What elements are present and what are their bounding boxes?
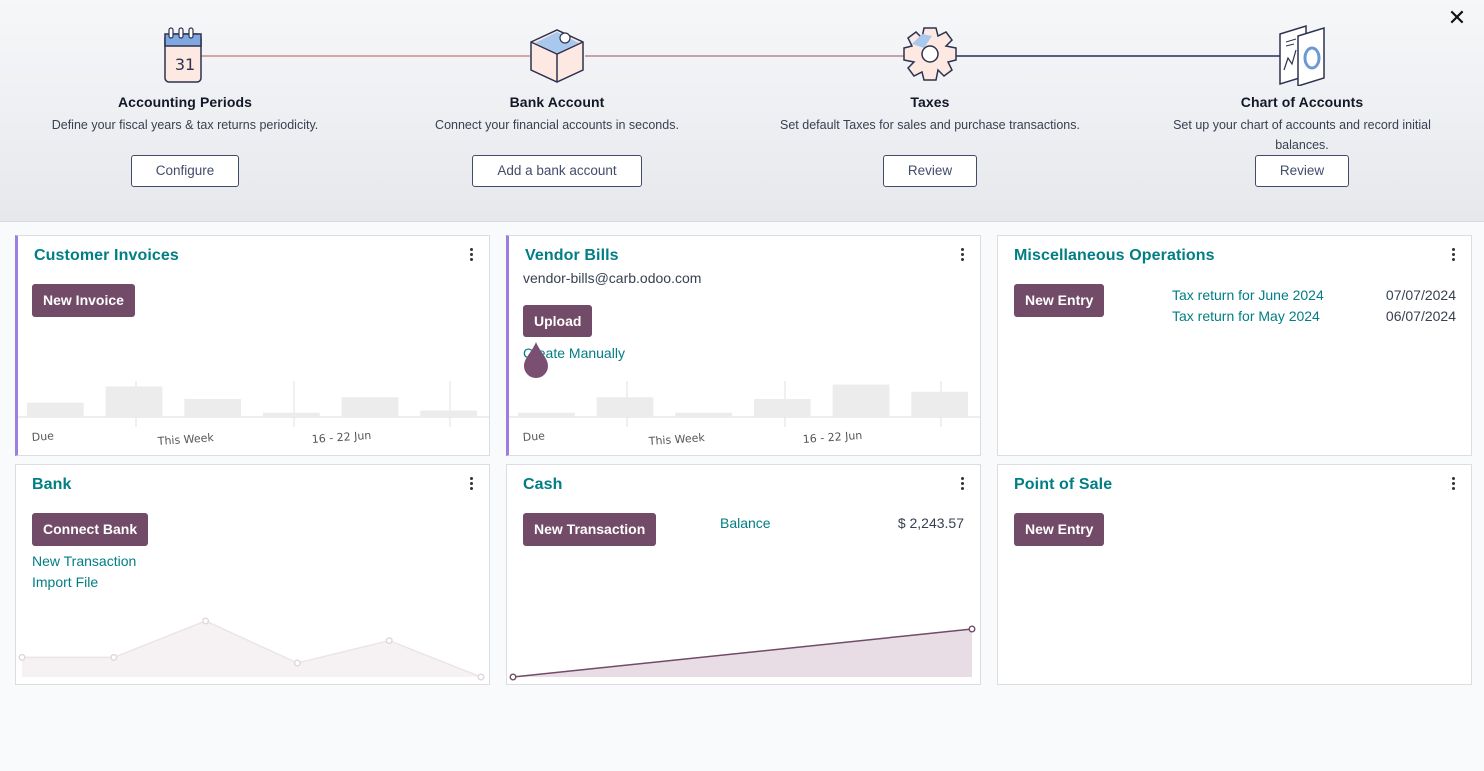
card-title[interactable]: Miscellaneous Operations (1014, 247, 1215, 265)
onboarding-banner: ✕ 31 Accounting Periods Define your fisc… (0, 0, 1484, 222)
tick-label: 16 - 22 Jun (311, 429, 371, 446)
chart-bar (420, 410, 477, 417)
tick-label: 16 - 22 Jun (802, 429, 862, 446)
balance-value: $ 2,243.57 (897, 515, 964, 531)
card-title[interactable]: Vendor Bills (525, 247, 619, 265)
data-point (477, 673, 485, 681)
review-taxes-button[interactable]: Review (882, 155, 978, 187)
chart-bar (341, 397, 399, 417)
card-title[interactable]: Point of Sale (1014, 476, 1112, 494)
new-invoice-button[interactable]: New Invoice (32, 284, 135, 317)
data-point (968, 625, 976, 633)
step-title: Bank Account (509, 94, 605, 110)
step-title: Chart of Accounts (1240, 94, 1364, 110)
connect-bank-button[interactable]: Connect Bank (32, 513, 149, 546)
kebab-menu-icon[interactable] (1449, 248, 1457, 262)
bills-bar-chart: Due This Week 16 - 22 Jun (509, 381, 981, 448)
tick-label: Due (31, 429, 54, 444)
entry-link[interactable]: Tax return for June 2024 (1172, 287, 1324, 303)
data-point (202, 617, 210, 625)
step-accounting-periods: 31 Accounting Periods Define your fiscal… (35, 20, 335, 187)
vendor-bills-email: vendor-bills@carb.odoo.com (523, 270, 702, 286)
chart-bar (263, 412, 320, 417)
step-description: Set default Taxes for sales and purchase… (780, 118, 1080, 132)
gear-icon (903, 27, 957, 81)
data-point (18, 653, 26, 661)
puzzle-piece-icon (530, 29, 584, 83)
card-vendor-bills: Vendor Bills vendor-bills@carb.odoo.com … (506, 235, 981, 456)
card-customer-invoices: Customer Invoices New Invoice Due This We… (15, 235, 490, 456)
calendar-day: 31 (175, 55, 195, 74)
bank-line-chart (18, 617, 485, 681)
kebab-menu-icon[interactable] (1449, 477, 1457, 491)
card-title[interactable]: Cash (523, 476, 563, 494)
step-description: Define your fiscal years & tax returns p… (51, 118, 319, 132)
data-point (509, 673, 517, 681)
step-title: Taxes (910, 94, 950, 110)
invoices-bar-chart: Due This Week 16 - 22 Jun (18, 381, 490, 448)
kebab-menu-icon[interactable] (467, 477, 475, 491)
chart-bar (754, 399, 811, 417)
chart-bar (184, 399, 241, 417)
card-cash: Cash New Transaction Balance $ 2,243.57 (506, 464, 981, 685)
card-miscellaneous-operations: Miscellaneous Operations New Entry Tax r… (997, 235, 1472, 456)
kebab-menu-icon[interactable] (958, 248, 966, 262)
data-point (293, 659, 301, 667)
chart-bar (832, 384, 890, 417)
card-point-of-sale: Point of Sale New Entry (997, 464, 1472, 685)
data-point (385, 637, 393, 645)
import-file-link[interactable]: Import File (32, 574, 98, 590)
chart-bar (518, 412, 575, 417)
entry-link[interactable]: Tax return for May 2024 (1172, 308, 1320, 324)
new-transaction-button[interactable]: New Transaction (523, 513, 657, 546)
calendar-icon: 31 (164, 27, 202, 83)
step-chart-of-accounts: Chart of Accounts Set up your chart of a… (1152, 20, 1452, 187)
card-title[interactable]: Customer Invoices (34, 247, 179, 265)
chart-bar (105, 386, 163, 417)
upload-button[interactable]: Upload (523, 305, 593, 337)
cash-line-chart (509, 625, 976, 681)
data-point (110, 653, 118, 661)
review-chart-of-accounts-button[interactable]: Review (1254, 155, 1350, 187)
chart-bar (675, 412, 732, 417)
add-bank-account-button[interactable]: Add a bank account (472, 155, 642, 187)
new-transaction-link[interactable]: New Transaction (32, 553, 136, 569)
kebab-menu-icon[interactable] (467, 248, 475, 262)
tick-label: This Week (647, 431, 706, 448)
card-title[interactable]: Bank (32, 476, 72, 494)
chart-bar (596, 397, 654, 417)
chart-bar (911, 391, 968, 417)
entry-date: 06/07/2024 (1385, 308, 1456, 324)
chart-documents-icon (1279, 24, 1325, 86)
tick-label: This Week (156, 431, 215, 448)
new-entry-button[interactable]: New Entry (1014, 284, 1105, 317)
kebab-menu-icon[interactable] (958, 477, 966, 491)
step-taxes: Taxes Set default Taxes for sales and pu… (780, 20, 1080, 187)
chart-bar (27, 402, 84, 417)
tick-label: Due (522, 429, 545, 444)
step-description: Connect your financial accounts in secon… (435, 118, 679, 132)
balance-link[interactable]: Balance (720, 515, 771, 531)
pointer-drop-icon (524, 342, 548, 378)
step-title: Accounting Periods (117, 94, 253, 110)
configure-button[interactable]: Configure (130, 155, 240, 187)
step-description: Set up your chart of accounts and record… (1173, 118, 1431, 152)
card-bank: Bank Connect Bank New Transaction Import… (15, 464, 490, 685)
step-bank-account: Bank Account Connect your financial acco… (407, 20, 707, 187)
new-entry-button[interactable]: New Entry (1014, 513, 1105, 546)
entry-date: 07/07/2024 (1385, 287, 1456, 303)
